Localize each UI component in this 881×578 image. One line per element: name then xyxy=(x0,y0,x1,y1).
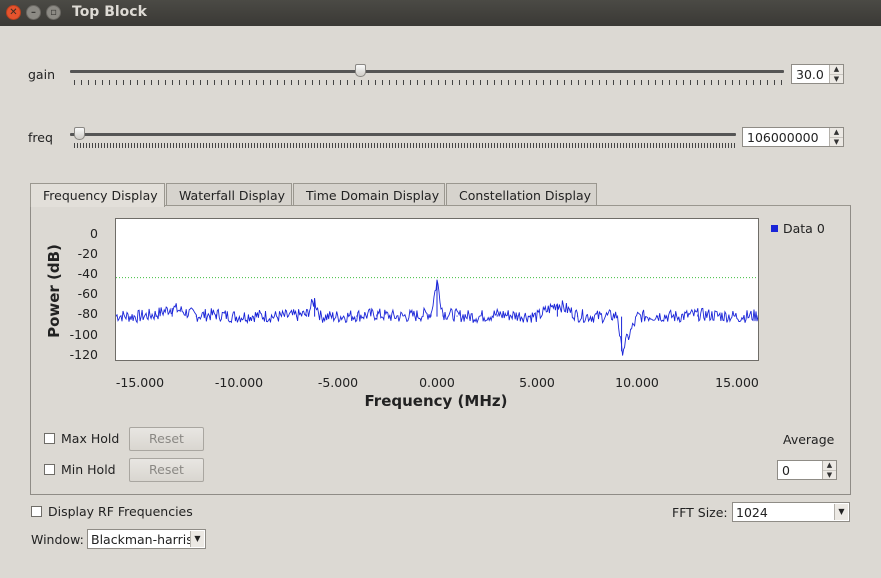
spin-up-icon[interactable]: ▲ xyxy=(823,461,836,470)
gain-slider-track[interactable] xyxy=(70,70,784,73)
y-tick-label: -60 xyxy=(77,286,98,301)
maximize-icon: ▫ xyxy=(50,7,57,18)
x-tick-label: -10.000 xyxy=(214,375,264,390)
legend-swatch xyxy=(771,225,778,232)
spin-up-icon[interactable]: ▲ xyxy=(830,65,843,74)
freq-label: freq xyxy=(28,130,53,145)
close-button[interactable]: ✕ xyxy=(6,5,21,20)
y-tick-label: -80 xyxy=(77,306,98,321)
title-bar: ✕ – ▫ Top Block xyxy=(0,0,881,26)
gain-slider-ticks xyxy=(74,80,784,85)
freq-slider-ticks xyxy=(74,143,736,148)
tab-constellation-display[interactable]: Constellation Display xyxy=(446,183,597,206)
fft-size-label: FFT Size: xyxy=(672,505,728,520)
minimize-button[interactable]: – xyxy=(26,5,41,20)
max-hold-label: Max Hold xyxy=(61,431,120,446)
freq-value: 106000000 xyxy=(747,130,819,145)
y-axis-label: Power (dB) xyxy=(45,244,63,338)
tab-frequency-display[interactable]: Frequency Display xyxy=(30,183,165,207)
spin-down-icon[interactable]: ▼ xyxy=(823,470,836,479)
window-value: Blackman-harris xyxy=(91,532,191,547)
tab-time-domain-display[interactable]: Time Domain Display xyxy=(293,183,445,206)
average-value: 0 xyxy=(782,463,790,478)
x-tick-label: 5.000 xyxy=(519,375,555,390)
window-label: Window: xyxy=(31,532,84,547)
average-spinbox[interactable]: 0 ▲ ▼ xyxy=(777,460,837,480)
x-tick-label: 0.000 xyxy=(419,375,455,390)
window-title: Top Block xyxy=(72,4,147,20)
close-icon: ✕ xyxy=(9,7,18,18)
y-tick-label: -20 xyxy=(77,246,98,261)
freq-slider-track[interactable] xyxy=(70,133,736,136)
min-hold-checkbox[interactable] xyxy=(44,464,55,475)
spin-down-icon[interactable]: ▼ xyxy=(830,137,843,146)
y-tick-label: 0 xyxy=(90,226,98,241)
display-rf-label: Display RF Frequencies xyxy=(48,504,193,519)
average-label: Average xyxy=(783,432,835,447)
freq-spinbox[interactable]: 106000000 ▲ ▼ xyxy=(742,127,844,147)
x-tick-label: 15.000 xyxy=(715,375,759,390)
y-tick-label: -100 xyxy=(69,327,98,342)
min-hold-reset-button[interactable]: Reset xyxy=(129,458,204,482)
y-tick-label: -120 xyxy=(69,347,98,362)
x-tick-label: 10.000 xyxy=(615,375,659,390)
frequency-plot-canvas[interactable] xyxy=(115,218,759,361)
spin-up-icon[interactable]: ▲ xyxy=(830,128,843,137)
max-hold-checkbox[interactable] xyxy=(44,433,55,444)
x-tick-label: -15.000 xyxy=(115,375,165,390)
min-hold-label: Min Hold xyxy=(61,462,116,477)
spin-down-icon[interactable]: ▼ xyxy=(830,74,843,83)
fft-size-value: 1024 xyxy=(736,505,768,520)
chevron-down-icon: ▼ xyxy=(190,531,204,547)
x-tick-label: -5.000 xyxy=(317,375,359,390)
max-hold-reset-button[interactable]: Reset xyxy=(129,427,204,451)
maximize-button[interactable]: ▫ xyxy=(46,5,61,20)
frequency-plot xyxy=(115,277,759,356)
window-select[interactable]: Blackman-harris ▼ xyxy=(87,529,206,549)
y-tick-label: -40 xyxy=(77,266,98,281)
tab-waterfall-display[interactable]: Waterfall Display xyxy=(166,183,292,206)
legend-label: Data 0 xyxy=(783,221,825,236)
gain-spinbox[interactable]: 30.0 ▲ ▼ xyxy=(791,64,844,84)
display-rf-checkbox[interactable] xyxy=(31,506,42,517)
freq-slider-handle[interactable] xyxy=(74,127,85,140)
chevron-down-icon: ▼ xyxy=(834,504,848,520)
x-axis-label: Frequency (MHz) xyxy=(364,392,508,410)
minimize-icon: – xyxy=(31,7,36,18)
gain-value: 30.0 xyxy=(796,67,824,82)
gain-slider-handle[interactable] xyxy=(355,64,366,77)
gain-label: gain xyxy=(28,67,55,82)
fft-size-select[interactable]: 1024 ▼ xyxy=(732,502,850,522)
